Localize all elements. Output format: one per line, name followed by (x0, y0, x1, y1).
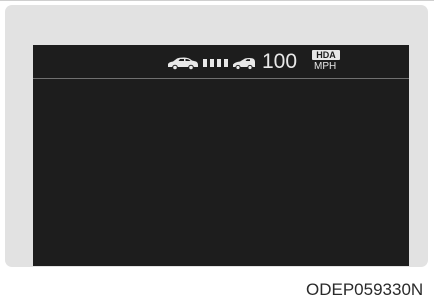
hda-badge: HDA (312, 50, 340, 60)
cruise-status-bar: 100 HDA MPH (33, 45, 409, 78)
top-rule (0, 0, 434, 1)
set-speed: 100 (262, 50, 298, 73)
own-car-icon (233, 58, 255, 70)
distance-bars-icon (203, 59, 228, 67)
figure-code: ODEP059330N (306, 280, 424, 299)
distance-bar (217, 59, 221, 67)
cluster-frame: 100 HDA MPH (5, 5, 428, 267)
status-divider (33, 78, 409, 79)
figure: 100 HDA MPH ODEP059330N (0, 0, 434, 303)
distance-bar (224, 59, 228, 67)
speed-unit: MPH (314, 61, 337, 72)
distance-bar (203, 59, 207, 67)
distance-bar (210, 59, 214, 67)
lead-car-icon (168, 57, 198, 70)
cluster-display: 100 HDA MPH (33, 45, 409, 266)
